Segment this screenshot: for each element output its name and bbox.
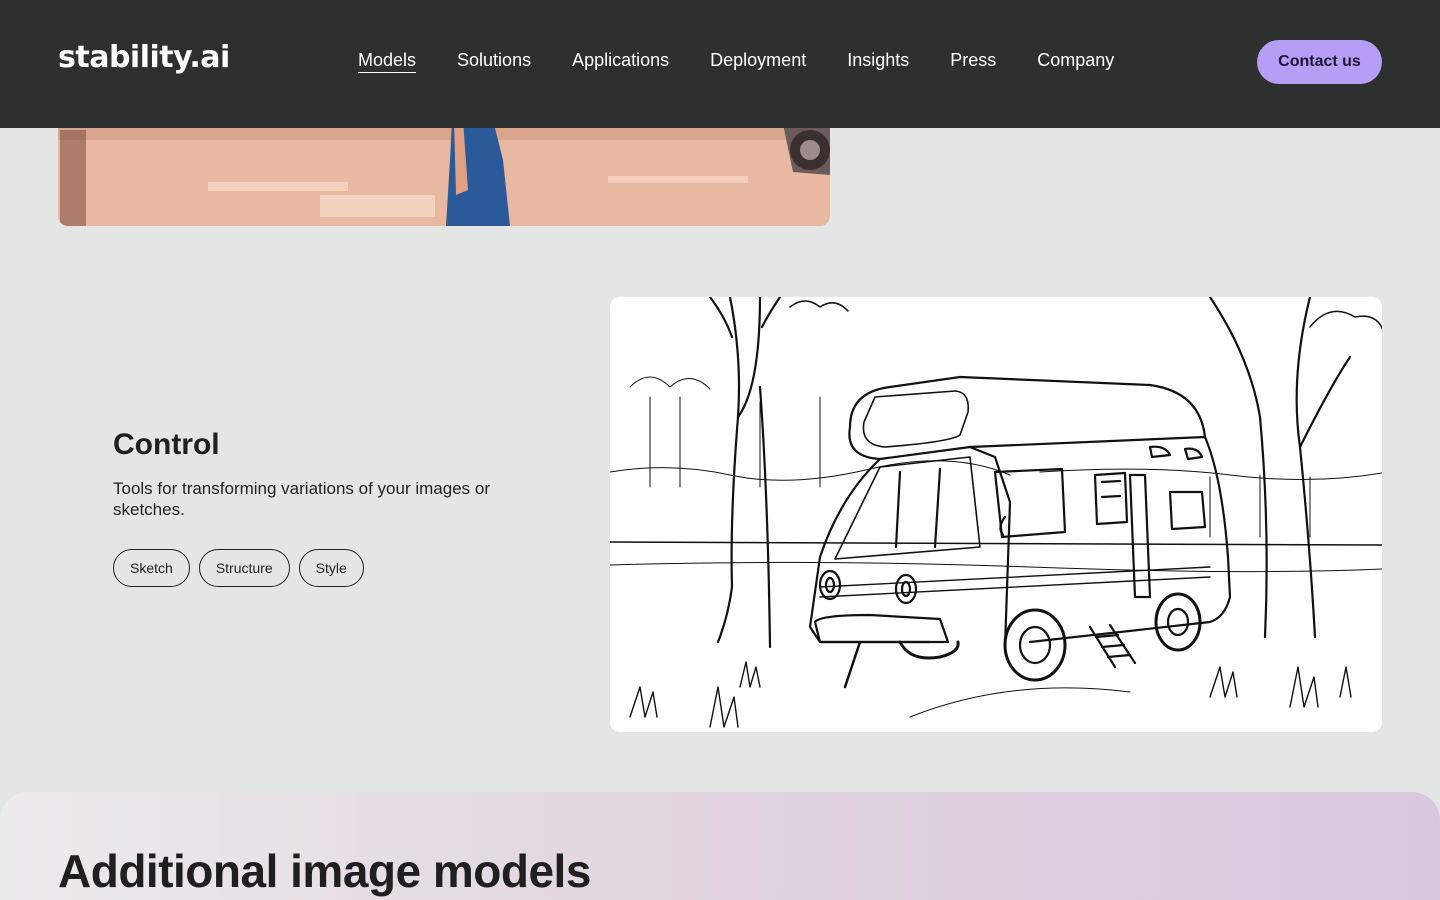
nav-deployment[interactable]: Deployment	[710, 50, 806, 73]
nav-models[interactable]: Models	[358, 50, 417, 73]
control-description: Tools for transforming variations of you…	[113, 479, 490, 519]
chip-structure[interactable]: Structure	[198, 549, 290, 587]
nav-solutions[interactable]: Solutions	[457, 50, 531, 73]
control-chips: Sketch Structure Style	[113, 549, 364, 587]
main-nav: Models Solutions Applications Deployment…	[358, 50, 1114, 73]
contact-us-button[interactable]: Contact us	[1257, 40, 1382, 84]
camper-sketch-image	[610, 297, 1382, 732]
additional-models-heading: Additional image models	[58, 845, 591, 897]
nav-insights[interactable]: Insights	[847, 50, 909, 73]
nav-company[interactable]: Company	[1037, 50, 1114, 73]
nav-press[interactable]: Press	[950, 50, 996, 73]
chip-style[interactable]: Style	[298, 549, 364, 587]
site-header: stability.ai Models Solutions Applicatio…	[0, 0, 1440, 128]
control-heading: Control	[113, 428, 220, 461]
chip-sketch[interactable]: Sketch	[113, 549, 190, 587]
camper-van-sketch	[610, 297, 1382, 728]
additional-models-section: Additional image models	[0, 792, 1440, 900]
nav-applications[interactable]: Applications	[572, 50, 669, 73]
logo[interactable]: stability.ai	[58, 40, 230, 75]
